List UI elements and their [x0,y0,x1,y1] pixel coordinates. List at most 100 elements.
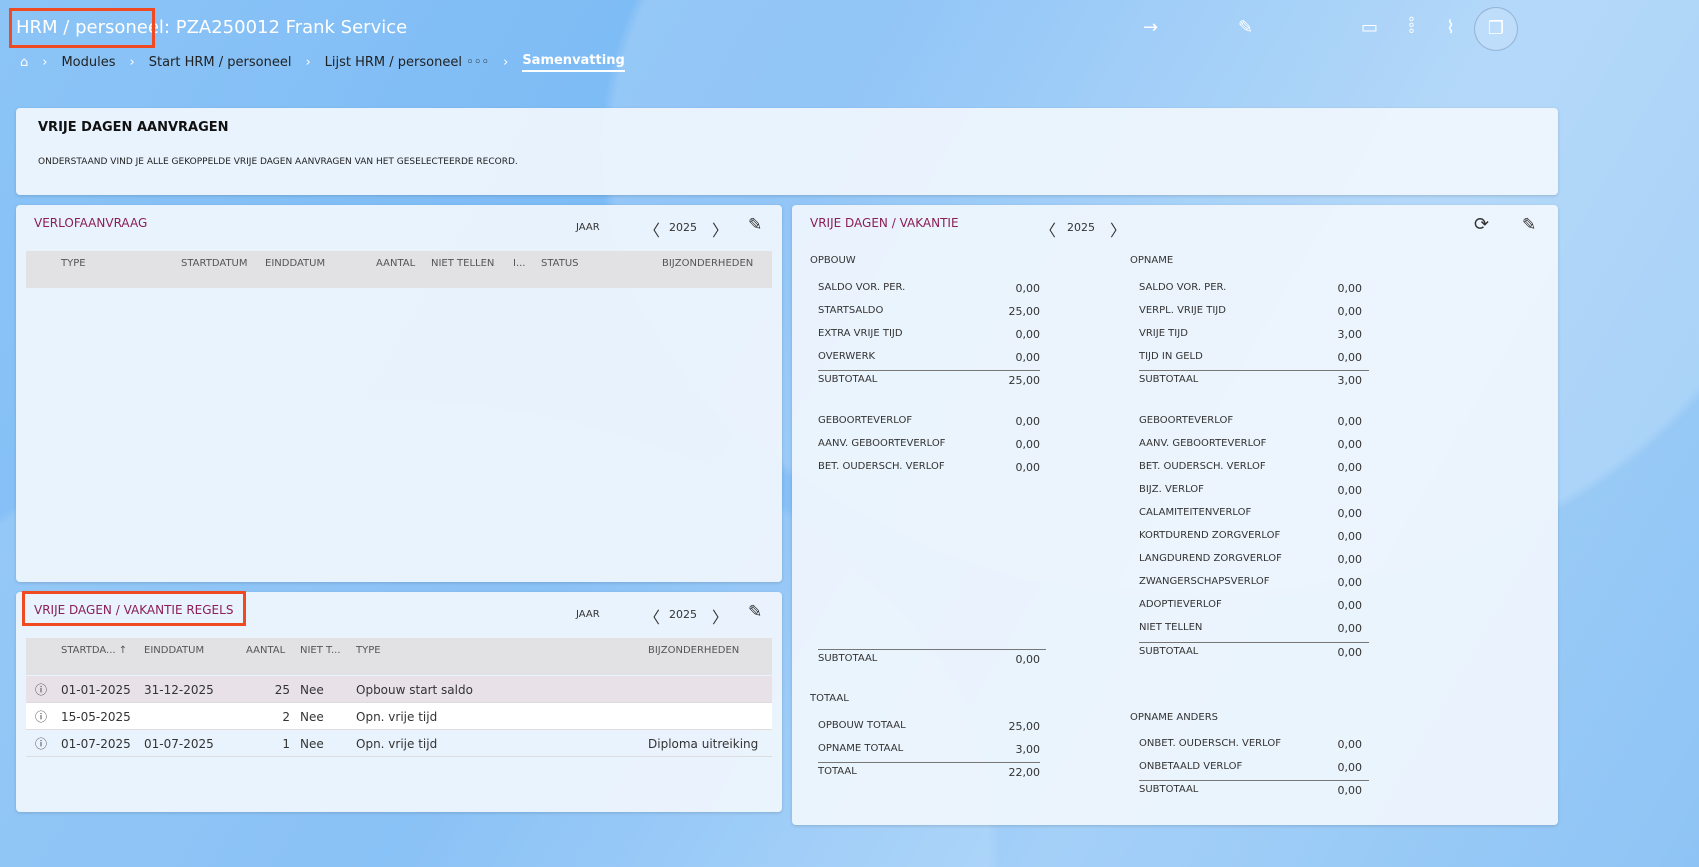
cell-type: Opbouw start saldo [356,683,473,697]
subtotal-label: SUBTOTAAL [1139,784,1199,795]
divider [1139,370,1369,371]
info-icon[interactable]: ⓘ [35,708,47,725]
year-label: JAAR [576,609,600,620]
year-value: 2025 [669,608,697,621]
table-row[interactable]: ⓘ 15-05-2025 2 Nee Opn. vrije tijd [26,703,772,730]
column-header[interactable]: TYPE [61,258,86,269]
field-label: BIJZ. VERLOF [1139,484,1204,495]
field-label: AANV. GEBOORTEVERLOF [818,438,946,449]
divider [818,649,1046,650]
table-row[interactable]: ⓘ 01-07-2025 01-07-2025 1 Nee Opn. vrije… [26,730,772,757]
record-name: : PZA250012 Frank Service [163,17,408,38]
refresh-icon[interactable]: ⟳ [1474,214,1489,235]
field-label: EXTRA VRIJE TIJD [818,328,903,339]
arrow-right-icon[interactable]: → [1143,17,1158,38]
field-value: 0,00 [1337,576,1363,589]
field-label: BET. OUDERSCH. VERLOF [1139,461,1266,472]
panel-title: VERLOFAANVRAAG [34,216,148,230]
table-row[interactable]: ⓘ 01-01-2025 31-12-2025 25 Nee Opbouw st… [26,676,772,703]
field-label: ADOPTIEVERLOF [1139,599,1222,610]
info-icon[interactable]: ⓘ [35,735,47,752]
cell-aantal: 2 [282,710,290,724]
cell-bijzonderheden: Diploma uitreiking [648,737,759,751]
cell-type: Opn. vrije tijd [356,737,438,751]
column-header[interactable]: STARTDA... ↑ [61,645,127,656]
pencil-icon[interactable]: ✎ [748,602,762,622]
regels-panel: VRIJE DAGEN / VAKANTIE REGELS JAAR 〈 202… [16,592,782,812]
section-title: OPNAME [1130,255,1174,266]
field-label: AANV. GEBOORTEVERLOF [1139,438,1267,449]
column-header[interactable]: STARTDATUM [181,258,248,269]
column-header[interactable]: AANTAL [246,645,285,656]
info-title: VRIJE DAGEN AANVRAGEN [38,120,229,135]
breadcrumb-start[interactable]: Start HRM / personeel [149,55,292,70]
field-label: SALDO VOR. PER. [818,282,906,293]
next-year-button[interactable]: 〉 [1110,217,1126,241]
subtotal-label: SUBTOTAAL [1139,646,1199,657]
breadcrumb-lijst[interactable]: Lijst HRM / personeel ◦◦◦ [325,55,489,70]
field-value: 3,00 [1337,328,1363,341]
page-title: HRM / personeel: PZA250012 Frank Service [16,17,407,38]
paperclip-icon[interactable]: ⌇ [1446,17,1455,38]
column-header[interactable]: NIET TELLEN [431,258,494,269]
document-copy-icon[interactable]: ❐ [1474,7,1518,51]
section-title: OPBOUW [810,255,856,266]
home-icon[interactable]: ⌂ [20,55,28,70]
breadcrumb-samenvatting[interactable]: Samenvatting [522,53,625,72]
subtotal-value: 0,00 [1015,653,1041,666]
subtotal-value: 0,00 [1337,646,1363,659]
subtotal-label: SUBTOTAAL [818,374,878,385]
field-label: ONBETAALD VERLOF [1139,761,1243,772]
info-icon[interactable]: ⓘ [35,681,47,698]
divider [1139,642,1369,643]
verlofaanvraag-panel: VERLOFAANVRAAG JAAR 〈 2025 〉 ✎ TYPE STAR… [16,205,782,582]
table-header: TYPE STARTDATUM EINDDATUM AANTAL NIET TE… [26,251,772,288]
vakantie-panel: VRIJE DAGEN / VAKANTIE 〈 2025 〉 ⟳ ✎ OPBO… [792,205,1558,825]
monitor-icon[interactable]: ▭ [1361,17,1378,38]
field-value: 0,00 [1337,461,1363,474]
field-label: OPBOUW TOTAAL [818,720,906,731]
column-header[interactable]: BIJZONDERHEDEN [662,258,753,269]
pencil-icon[interactable]: ✎ [1522,215,1536,235]
next-year-button[interactable]: 〉 [712,217,728,241]
field-value: 0,00 [1337,484,1363,497]
field-label: TIJD IN GELD [1139,351,1203,362]
subtotal-value: 25,00 [1008,374,1041,387]
column-header[interactable]: STATUS [541,258,579,269]
section-title: TOTAAL [810,693,849,704]
column-header[interactable]: TYPE [356,645,381,656]
column-header[interactable]: NIET T... [300,645,341,656]
field-value: 0,00 [1337,738,1363,751]
more-vertical-icon[interactable]: ° ° ° [1408,16,1415,42]
column-header[interactable]: I... [513,258,526,269]
field-label: GEBOORTEVERLOF [1139,415,1234,426]
column-header[interactable]: EINDDATUM [265,258,325,269]
prev-year-button[interactable]: 〈 [644,604,660,628]
column-header[interactable]: EINDDATUM [144,645,204,656]
field-label: SALDO VOR. PER. [1139,282,1227,293]
field-value: 0,00 [1337,530,1363,543]
field-value: 0,00 [1337,761,1363,774]
cell-niet-tellen: Nee [300,683,324,697]
field-label: GEBOORTEVERLOF [818,415,913,426]
subtotal-label: SUBTOTAAL [1139,374,1199,385]
field-value: 0,00 [1015,461,1041,474]
sort-asc-icon: ↑ [118,645,128,656]
breadcrumb-modules[interactable]: Modules [61,55,115,70]
prev-year-button[interactable]: 〈 [644,217,660,241]
section-title: OPNAME ANDERS [1130,712,1218,723]
field-value: 3,00 [1015,743,1041,756]
pencil-icon[interactable]: ✎ [1238,17,1253,38]
pencil-icon[interactable]: ✎ [748,215,762,235]
field-value: 0,00 [1337,599,1363,612]
year-value: 2025 [1067,221,1095,234]
subtotal-value: 22,00 [1008,766,1041,779]
column-header[interactable]: AANTAL [376,258,415,269]
next-year-button[interactable]: 〉 [712,604,728,628]
panel-title: VRIJE DAGEN / VAKANTIE [810,216,959,230]
field-label: NIET TELLEN [1139,622,1203,633]
prev-year-button[interactable]: 〈 [1040,217,1056,241]
column-header[interactable]: BIJZONDERHEDEN [648,645,739,656]
field-label: ZWANGERSCHAPSVERLOF [1139,576,1270,587]
subtotal-value: 0,00 [1337,784,1363,797]
